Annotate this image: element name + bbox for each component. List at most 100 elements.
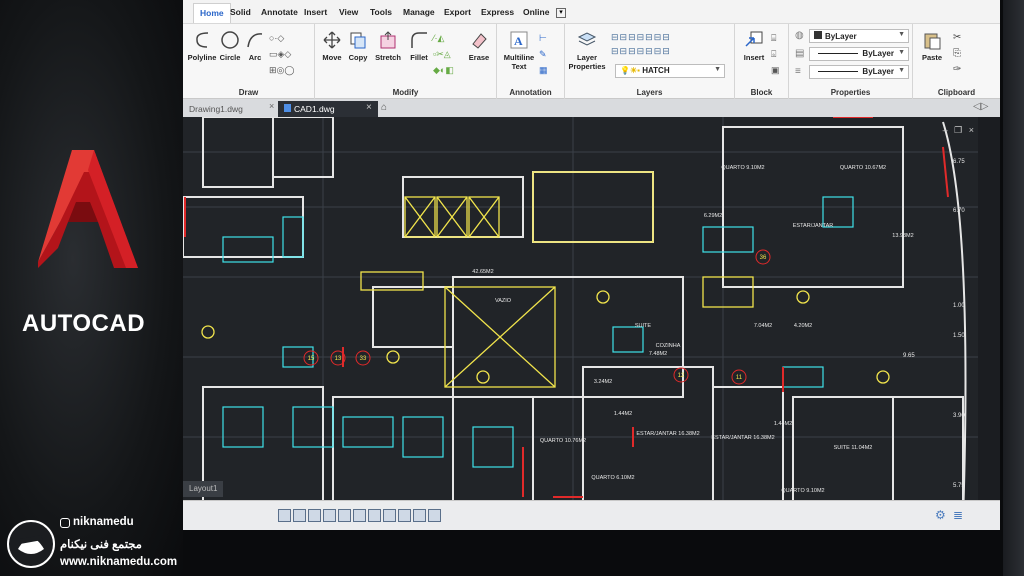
room-label: SUITE 11.04M2 — [834, 445, 873, 451]
tab-solid[interactable]: Solid — [230, 7, 251, 17]
grid-icon[interactable] — [293, 509, 306, 522]
insert-block-button[interactable]: Insert — [739, 30, 769, 62]
tab-express[interactable]: Express — [481, 7, 514, 17]
background-edge — [1003, 0, 1024, 576]
draw-small-tools[interactable]: ○·◇ ▭◈◇ ⊞◎◯ — [269, 30, 311, 78]
polyline-button[interactable]: Polyline — [187, 30, 217, 62]
room-label: ESTAR/JANTAR 16.38M2 — [711, 435, 774, 441]
minimize-icon[interactable]: – — [943, 125, 948, 135]
stage: AUTOCAD niknamedu مجتمع فنی نیکنام www.n… — [0, 0, 1024, 576]
svg-text:A: A — [514, 34, 523, 48]
monitor-bezel — [183, 530, 1003, 576]
polar-icon[interactable] — [338, 509, 351, 522]
scroll-left-icon[interactable]: ◁▷ — [973, 101, 988, 112]
autocad-window: Home Solid Annotate Insert View Tools Ma… — [183, 0, 1000, 560]
room-label: 3.24M2 — [594, 379, 612, 385]
linetype-icon[interactable]: ≡ — [795, 66, 801, 77]
stretch-button[interactable]: Stretch — [371, 30, 405, 62]
clipboard-small-tools[interactable]: ✂ ⎘ ✑ — [953, 30, 961, 78]
instagram-icon — [60, 518, 70, 528]
room-label: QUARTO 6.10M2 — [591, 475, 634, 481]
tab-insert[interactable]: Insert — [304, 7, 327, 17]
tab-manage[interactable]: Manage — [403, 7, 435, 17]
lineweight-icon[interactable] — [383, 509, 396, 522]
tab-view[interactable]: View — [339, 7, 358, 17]
tab-home[interactable]: Home — [193, 3, 231, 23]
room-label: COZINHA — [656, 343, 681, 349]
color-wheel-icon[interactable]: ▤ — [795, 48, 804, 59]
fillet-button[interactable]: Fillet — [405, 30, 433, 62]
group-annotation: A Multiline Text ⊢ ✎ ▦ Annotation — [497, 24, 565, 99]
file-tab-cad1-close-icon[interactable]: × — [366, 102, 372, 113]
move-icon — [323, 31, 341, 49]
paste-icon — [924, 33, 941, 50]
modify-small-tools[interactable]: ⁄·◭ ▫✂◬ ◆◐◧ — [433, 30, 467, 78]
tab-annotate[interactable]: Annotate — [261, 7, 298, 17]
snap-icon[interactable] — [308, 509, 321, 522]
current-layer-dropdown[interactable]: 💡☀▪ HATCH ▼ — [615, 64, 725, 78]
restore-icon[interactable]: ❐ — [954, 125, 962, 135]
drawing-canvas[interactable]: 42.65M2 VAZIO QUARTO 9.10M2 QUARTO 10.67… — [183, 116, 978, 521]
tab-online[interactable]: Online — [523, 7, 549, 17]
circle-button[interactable]: Circle — [217, 30, 243, 62]
polyline-icon — [196, 32, 209, 48]
room-label: ESTAR/JANTAR 16.38M2 — [636, 431, 699, 437]
room-label: QUARTO 9.10M2 — [781, 488, 824, 494]
selection-cycling-icon[interactable] — [413, 509, 426, 522]
lineweight-dropdown[interactable]: ByLayer ▼ — [809, 65, 909, 79]
layout-tab[interactable]: Layout1 — [183, 481, 224, 497]
transparency-icon[interactable] — [398, 509, 411, 522]
paste-button[interactable]: Paste — [917, 30, 947, 62]
copy-icon — [350, 32, 366, 49]
dimension-label: 1.00 — [953, 303, 965, 309]
model-icon[interactable] — [278, 509, 291, 522]
room-label: 1.44M2 — [774, 421, 792, 427]
file-tab-drawing1[interactable]: Drawing1.dwg — [183, 101, 249, 117]
block-small-tools[interactable]: ⌸ ⌺ ▣ — [771, 30, 780, 78]
layer-tool-icons[interactable]: ⊟⊟⊟⊟⊟⊟⊟ ⊟⊟⊟⊟⊟⊟⊟ — [611, 30, 733, 58]
eraser-icon — [472, 33, 487, 49]
otrack-icon[interactable] — [368, 509, 381, 522]
fillet-icon — [411, 32, 427, 48]
ribbon-minimize-icon[interactable]: ▾ — [556, 8, 566, 18]
group-block: Insert ⌸ ⌺ ▣ Block — [735, 24, 789, 99]
erase-button[interactable]: Erase — [465, 30, 493, 62]
watermark: niknamedu مجتمع فنی نیکنام www.niknamedu… — [0, 515, 183, 576]
autocad-logo-icon — [38, 150, 138, 268]
layer-properties-button[interactable]: Layer Properties — [567, 30, 607, 71]
ortho-icon[interactable] — [323, 509, 336, 522]
tab-tools[interactable]: Tools — [370, 7, 392, 17]
new-tab-icon[interactable]: ⌂ — [381, 102, 387, 113]
move-button[interactable]: Move — [319, 30, 345, 62]
copy-button[interactable]: Copy — [345, 30, 371, 62]
customize-icon[interactable]: ≣ — [953, 508, 963, 522]
file-tab-cad1[interactable]: CAD1.dwg — [278, 101, 378, 117]
group-annotation-title: Annotation — [509, 88, 552, 97]
group-properties: ◍ ▤ ≡ ByLayer ▼ ByLayer ▼ ByLayer ▼ Propert… — [789, 24, 913, 99]
arc-button[interactable]: Arc — [243, 30, 267, 62]
dimension-label: 6.70 — [953, 208, 965, 214]
close-icon[interactable]: × — [969, 125, 974, 135]
match-properties-icon[interactable]: ◍ — [795, 30, 804, 41]
floor-plan: 42.65M2 VAZIO QUARTO 9.10M2 QUARTO 10.67… — [183, 116, 978, 521]
viewport-controls: – ❐ × — [943, 125, 974, 136]
file-tab-drawing1-close-icon[interactable]: × — [269, 101, 274, 111]
settings-icon[interactable]: ⚙ — [935, 508, 946, 522]
vertical-scrollbar[interactable] — [978, 117, 1000, 520]
multiline-text-button[interactable]: A Multiline Text — [501, 30, 537, 71]
color-dropdown[interactable]: ByLayer ▼ — [809, 29, 909, 43]
group-draw: Polyline Circle Arc ○·◇ ▭◈◇ ⊞◎◯ Draw — [183, 24, 315, 99]
linetype-dropdown[interactable]: ByLayer ▼ — [809, 47, 909, 61]
annotation-icon[interactable] — [428, 509, 441, 522]
arc-icon — [247, 33, 263, 48]
grid-bubble: 13 — [335, 356, 342, 362]
room-label: 4.20M2 — [794, 323, 812, 329]
room-label: VAZIO — [495, 298, 512, 304]
website-link[interactable]: www.niknamedu.com — [60, 556, 177, 568]
annotation-small-tools[interactable]: ⊢ ✎ ▦ — [539, 30, 548, 78]
multiline-text-icon: A — [510, 31, 528, 49]
osnap-icon[interactable] — [353, 509, 366, 522]
file-icon — [284, 104, 291, 112]
group-draw-title: Draw — [238, 88, 259, 97]
tab-export[interactable]: Export — [444, 7, 471, 17]
